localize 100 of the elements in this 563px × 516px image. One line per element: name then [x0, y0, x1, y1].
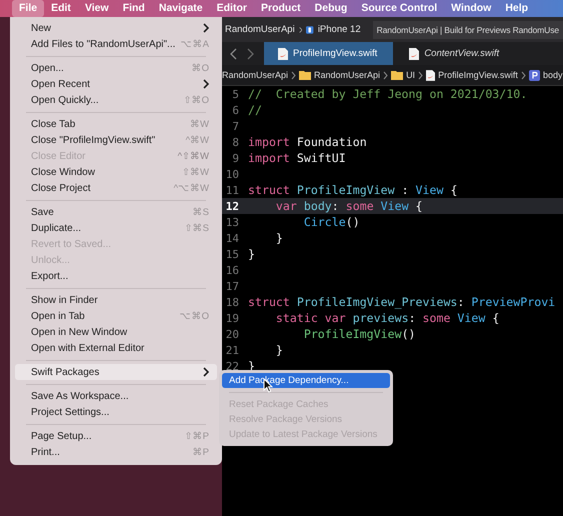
chevron-right-icon: [383, 70, 388, 80]
chevron-right-icon: [203, 79, 209, 89]
breadcrumb-item[interactable]: UI: [406, 70, 416, 80]
menu-bar-item[interactable]: Editor: [210, 0, 254, 17]
forward-icon[interactable]: [246, 48, 254, 60]
menu-item[interactable]: Close Project ^⌥⌘W: [15, 180, 217, 196]
swift-file-icon: [409, 48, 420, 60]
chevron-right-icon: [418, 70, 424, 80]
code-line: }: [274, 343, 283, 357]
device-label[interactable]: iPhone 12: [318, 24, 361, 35]
menu-item-label: Close Window: [31, 166, 96, 178]
menu-item-label: Duplicate...: [31, 222, 82, 234]
menu-item-label: Save As Workspace...: [31, 390, 130, 402]
menu-item[interactable]: Close Window ⇧⌘W: [15, 164, 217, 180]
menu-item[interactable]: Open with External Editor: [15, 340, 217, 356]
line-number: 16: [224, 264, 239, 276]
property-icon: [528, 70, 540, 80]
menu-item-label: Open Recent: [31, 78, 91, 90]
menu-bar-item[interactable]: Navigate: [152, 0, 210, 17]
scheme-label[interactable]: RandomUserApi: [225, 24, 295, 35]
code-line: //: [248, 103, 262, 117]
chevron-right-icon: [520, 70, 526, 80]
swift-file-icon: [278, 48, 288, 60]
chevron-right-icon: [298, 24, 302, 34]
menu-item-label: Close Project: [31, 182, 92, 194]
code-line: }: [274, 231, 283, 245]
menu-item[interactable]: Open... ⌘O: [15, 60, 217, 76]
back-icon[interactable]: [230, 48, 238, 60]
line-number: 18: [224, 296, 239, 308]
editor-tab[interactable]: ContentView.swift: [393, 42, 516, 65]
code-line: Circle(): [302, 215, 360, 229]
menu-item[interactable]: Project Settings...: [15, 404, 217, 420]
shortcut-label: ⌥⌘A: [180, 38, 209, 50]
menu-bar-item[interactable]: View: [78, 0, 116, 17]
menu-bar-item[interactable]: Window: [444, 0, 498, 17]
shortcut-label: ⇧⌘S: [184, 222, 209, 234]
menu-item[interactable]: Page Setup... ⇧⌘P: [15, 428, 217, 444]
menu-item[interactable]: Swift Packages: [15, 364, 217, 380]
line-number: 20: [224, 328, 239, 340]
menu-item[interactable]: Open Recent: [15, 76, 217, 92]
code-line: // Created by Jeff Jeong on 2021/03/10.: [248, 87, 528, 101]
editor-tab[interactable]: ProfileImgView.swift: [264, 42, 394, 65]
menu-item[interactable]: Duplicate... ⇧⌘S: [15, 220, 217, 236]
line-number: 11: [224, 184, 239, 196]
menu-item[interactable]: Save As Workspace...: [15, 388, 217, 404]
menu-item[interactable]: Add Files to "RandomUserApi"... ⌥⌘A: [15, 36, 217, 52]
shortcut-label: ⇧⌘P: [184, 430, 209, 442]
folder-icon: [391, 70, 404, 80]
menu-item[interactable]: Show in Finder: [15, 292, 217, 308]
shortcut-label: ⌘S: [192, 206, 209, 218]
menu-item-label: Add Files to "RandomUserApi"...: [31, 38, 176, 50]
code-line: static var previews: some View {: [274, 311, 500, 325]
menu-item[interactable]: Open in Tab ⌥⌘O: [15, 308, 217, 324]
device-icon: [306, 24, 314, 36]
shortcut-label: ⌘P: [192, 446, 209, 458]
shortcut-label: ^⇧⌘W: [178, 150, 209, 162]
breadcrumb-item[interactable]: RandomUserApi: [222, 70, 288, 80]
menu-item-label: Save: [31, 206, 55, 218]
menu-item-label: Open...: [31, 62, 65, 74]
line-number: 9: [231, 152, 239, 164]
code-line: import SwiftUI: [248, 151, 346, 165]
shortcut-label: ⌘W: [190, 118, 209, 130]
code-line: var body: some View {: [274, 199, 423, 213]
swift-file-icon: [426, 70, 436, 80]
line-number: 21: [224, 344, 239, 356]
chevron-right-icon: [291, 70, 296, 80]
line-number: 15: [224, 248, 239, 260]
menu-item[interactable]: Close "ProfileImgView.swift" ^⌘W: [15, 132, 217, 148]
menu-item[interactable]: Print... ⌘P: [15, 444, 217, 460]
folder-icon: [299, 70, 312, 80]
breadcrumb-item[interactable]: RandomUserApi: [314, 70, 380, 80]
menu-bar-item[interactable]: Help: [498, 0, 536, 17]
menu-item[interactable]: Save ⌘S: [15, 204, 217, 220]
menu-item-label: Open with External Editor: [31, 342, 146, 354]
menu-bar-item[interactable]: Find: [116, 0, 152, 17]
menu-item[interactable]: Open Quickly... ⇧⌘O: [15, 92, 217, 108]
breadcrumb-item[interactable]: ProfileImgView.swift: [438, 70, 518, 80]
menu-bar-item[interactable]: Source Control: [354, 0, 444, 17]
line-number: 17: [224, 280, 239, 292]
menu-item-label: Open in Tab: [31, 310, 86, 322]
menu-bar-item[interactable]: Product: [254, 0, 308, 17]
line-number: 14: [224, 232, 239, 244]
shortcut-label: ^⌘W: [186, 134, 209, 146]
line-number: 10: [224, 168, 239, 180]
menu-item[interactable]: Open in New Window: [15, 324, 217, 340]
code-line: struct ProfileImgView_Previews: PreviewProvi: [248, 295, 556, 309]
shortcut-label: ⇧⌘W: [182, 166, 209, 178]
menu-item[interactable]: Export...: [15, 268, 217, 284]
menu-item[interactable]: Close Tab ⌘W: [15, 116, 217, 132]
menu-item-label: Swift Packages: [31, 366, 100, 378]
shortcut-label: ⌘O: [192, 62, 209, 74]
menu-bar-item[interactable]: Edit: [44, 0, 78, 17]
menu-bar-item[interactable]: Debug: [308, 0, 354, 17]
line-number: 7: [231, 120, 239, 132]
line-number: 8: [231, 136, 239, 148]
chevron-right-icon: [203, 23, 209, 33]
menu-item-label: Show in Finder: [31, 294, 99, 306]
line-number: 22: [224, 360, 239, 372]
menu-item[interactable]: New: [15, 20, 217, 36]
breadcrumb-item[interactable]: body: [542, 70, 562, 80]
